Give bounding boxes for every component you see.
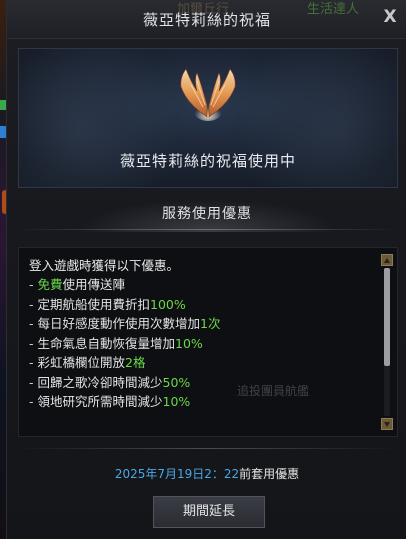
scrollbar[interactable]	[381, 254, 393, 430]
scroll-down-button[interactable]	[381, 418, 393, 430]
benefits-intro: 登入遊戲時獲得以下優惠。	[29, 258, 180, 273]
window-title: 薇亞特莉絲的祝福	[142, 11, 271, 29]
benefit-item: - 回歸之歌冷卻時間減少50%	[29, 374, 191, 390]
blessing-window: 加爾丘行 生活達人 薇亞特莉絲的祝福 X 薇亞特莉絲的祝福使用中 服務使用優惠 …	[6, 0, 406, 539]
scroll-track[interactable]	[384, 268, 390, 416]
extend-period-button[interactable]: 期間延長	[153, 496, 265, 528]
divider	[17, 229, 397, 230]
background-watermark: 追投團員航艦	[237, 384, 310, 398]
benefit-item: - 彩虹橋欄位開放2格	[29, 355, 146, 370]
benefit-item: - 免費使用傳送陣	[29, 277, 126, 292]
blessing-status: 薇亞特莉絲的祝福使用中	[119, 152, 296, 170]
benefit-item: - 領地研究所需時間減少10%	[29, 394, 191, 409]
benefit-item: - 生命氣息自動恢復量增加10%	[29, 335, 203, 351]
benefit-item: - 每日好感度動作使用次數增加1次	[29, 316, 221, 331]
benefits-panel[interactable]: 登入遊戲時獲得以下優惠。 - 免費使用傳送陣 - 定期航船使用費折扣100% - 每日…	[18, 247, 398, 437]
blessing-banner: 薇亞特莉絲的祝福使用中	[18, 48, 398, 188]
wings-icon	[180, 68, 236, 121]
expiry-suffix: 前套用優惠	[239, 467, 300, 481]
section-title: 服務使用優惠	[162, 206, 252, 222]
expiry-text: 2025年7月19日2：22前套用優惠	[7, 465, 406, 482]
section-header: 服務使用優惠	[7, 196, 406, 232]
title-bar[interactable]: 加爾丘行 生活達人 薇亞特莉絲的祝福 X	[7, 0, 406, 39]
benefit-item: - 定期航船使用費折扣100%	[29, 296, 186, 312]
scroll-up-button[interactable]	[381, 254, 393, 266]
close-button[interactable]: X	[381, 8, 399, 26]
divider	[17, 448, 397, 449]
scroll-thumb[interactable]	[384, 268, 390, 366]
benefits-list: 登入遊戲時獲得以下優惠。 - 免費使用傳送陣 - 定期航船使用費折扣100% - 每日…	[29, 256, 379, 412]
expiry-date: 2025年7月19日2：22	[114, 467, 240, 481]
